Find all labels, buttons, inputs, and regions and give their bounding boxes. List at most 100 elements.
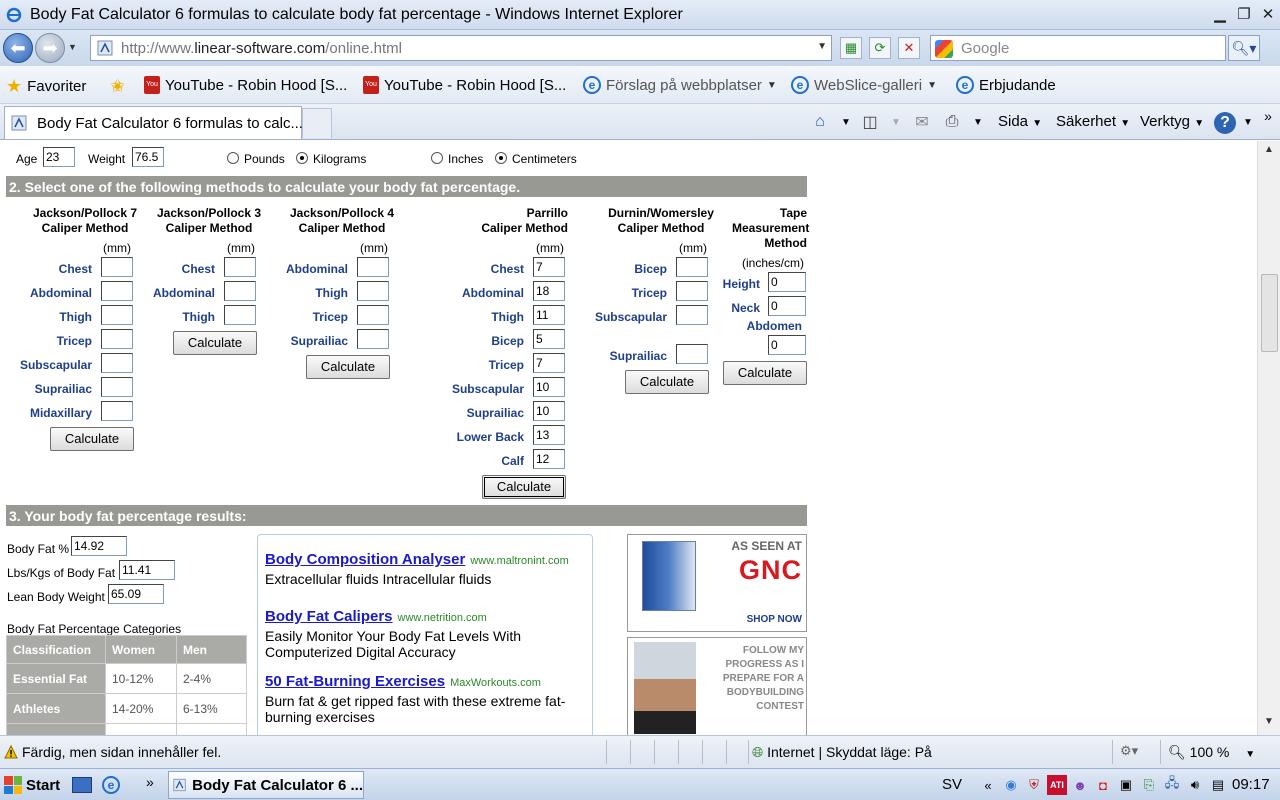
forward-button[interactable]: ➡ xyxy=(35,33,65,63)
safely-remove-icon[interactable]: ⎘ xyxy=(1139,775,1159,795)
tray-app-icon[interactable]: ◘ xyxy=(1093,775,1113,795)
tape-neck-input[interactable]: 0 xyxy=(768,296,806,316)
add-favorite-button[interactable]: ✬ xyxy=(110,76,125,97)
mail-icon[interactable]: ✉ xyxy=(912,112,932,132)
jp4-tricep-input[interactable] xyxy=(357,305,389,325)
scroll-thumb[interactable] xyxy=(1261,274,1278,352)
compatibility-icon[interactable]: ▦ xyxy=(840,37,862,59)
stop-icon[interactable]: ✕ xyxy=(898,37,920,59)
fav-suggested-sites[interactable]: e Förslag på webbplatser ▼ xyxy=(583,76,777,94)
clock[interactable]: 09:17 xyxy=(1232,776,1270,793)
ati-icon[interactable]: ATI xyxy=(1047,775,1067,795)
zoom-control[interactable]: 🔍︎ 100 % ▼ xyxy=(1168,744,1255,761)
jp4-suprailiac-input[interactable] xyxy=(357,329,389,349)
url-field[interactable]: http://www.linear-software.com/online.ht… xyxy=(90,35,832,61)
bodybuilding-banner[interactable]: FOLLOW MY PROGRESS AS I PREPARE FOR A BO… xyxy=(627,637,807,735)
taskbar-ie-window[interactable]: Body Fat Calculator 6 ... xyxy=(168,771,364,799)
tape-height-input[interactable]: 0 xyxy=(768,272,806,292)
ad-source[interactable]: MaxWorkouts.com xyxy=(450,677,541,689)
tray-app-icon[interactable]: ◉ xyxy=(1001,775,1021,795)
lbs-bodyfat-output[interactable]: 11.41 xyxy=(119,560,175,580)
shop-now-link[interactable]: SHOP NOW xyxy=(747,614,802,625)
favorites-button[interactable]: ★ Favoriter xyxy=(6,76,86,97)
ad-title-link[interactable]: Body Fat Calipers xyxy=(265,608,393,625)
history-dropdown-icon[interactable]: ▼ xyxy=(68,42,77,52)
age-input[interactable]: 23 xyxy=(43,147,75,167)
parrillo-suprailiac-input[interactable]: 10 xyxy=(533,401,565,421)
volume-icon[interactable]: 🔊︎ xyxy=(1185,775,1205,795)
back-button[interactable]: ⬅ xyxy=(3,33,33,63)
fav-youtube-2[interactable]: You YouTube - Robin Hood [S... xyxy=(363,76,566,94)
fav-webslice-gallery[interactable]: e WebSlice-galleri ▼ xyxy=(791,76,937,94)
scroll-down-icon[interactable]: ▼ xyxy=(1261,716,1277,732)
url-dropdown-icon[interactable]: ▼ xyxy=(817,41,827,52)
kilograms-radio[interactable] xyxy=(296,152,308,164)
ad-title-link[interactable]: Body Composition Analyser xyxy=(265,551,465,568)
fav-offers[interactable]: e Erbjudande xyxy=(956,76,1056,94)
antivirus-icon[interactable]: ⛨ xyxy=(1024,775,1044,795)
chevron-more-icon[interactable]: » xyxy=(1258,106,1278,126)
ad-title-link[interactable]: 50 Fat-Burning Exercises xyxy=(265,673,445,690)
jp3-abdominal-input[interactable] xyxy=(224,281,256,301)
jp4-thigh-input[interactable] xyxy=(357,281,389,301)
print-icon[interactable]: ⎙ xyxy=(942,112,962,132)
restore-button[interactable]: ❐ xyxy=(1232,2,1256,26)
show-desktop-icon[interactable] xyxy=(72,777,92,793)
ad-source[interactable]: www.maltronint.com xyxy=(470,555,568,567)
close-button[interactable]: ✕ xyxy=(1256,2,1280,26)
popup-blocker-icon[interactable]: ⚙︎▾ xyxy=(1120,743,1138,759)
jp7-thigh-input[interactable] xyxy=(101,305,133,325)
parrillo-lowerback-input[interactable]: 13 xyxy=(533,425,565,445)
feeds-icon[interactable]: ◫ xyxy=(860,112,880,132)
jp7-chest-input[interactable] xyxy=(101,257,133,277)
tape-calculate-button[interactable]: Calculate xyxy=(723,361,807,385)
start-button[interactable]: Start xyxy=(0,771,62,799)
durnin-calculate-button[interactable]: Calculate xyxy=(625,370,709,394)
minimize-button[interactable]: ▁ xyxy=(1208,2,1232,26)
jp3-thigh-input[interactable] xyxy=(224,305,256,325)
scroll-up-icon[interactable]: ▲ xyxy=(1261,144,1277,160)
jp4-abdominal-input[interactable] xyxy=(357,257,389,277)
vertical-scrollbar[interactable]: ▲ ▼ xyxy=(1257,141,1280,735)
tray-app-icon[interactable]: ▣ xyxy=(1116,775,1136,795)
jp7-midaxillary-input[interactable] xyxy=(101,401,133,421)
jp7-abdominal-input[interactable] xyxy=(101,281,133,301)
durnin-suprailiac-input[interactable] xyxy=(676,344,708,364)
parrillo-chest-input[interactable]: 7 xyxy=(533,257,565,277)
tray-expand-icon[interactable]: « xyxy=(978,775,998,795)
parrillo-bicep-input[interactable]: 5 xyxy=(533,329,565,349)
refresh-icon[interactable]: ⟳ xyxy=(869,37,891,59)
warning-icon[interactable] xyxy=(4,745,18,759)
tape-abdomen-input[interactable]: 0 xyxy=(768,335,806,355)
parrillo-calculate-button[interactable]: Calculate xyxy=(482,475,566,499)
jp7-calculate-button[interactable]: Calculate xyxy=(50,427,134,451)
network-icon[interactable]: 🖧︎ xyxy=(1162,775,1182,795)
jp3-chest-input[interactable] xyxy=(224,257,256,277)
parrillo-calf-input[interactable]: 12 xyxy=(533,449,565,469)
security-zone[interactable]: 🌐︎ Internet | Skyddat läge: På xyxy=(752,744,932,761)
ad-source[interactable]: www.netrition.com xyxy=(398,612,487,624)
home-dropdown-icon[interactable]: ▼ xyxy=(836,112,856,132)
safety-menu[interactable]: Säkerhet ▼ xyxy=(1056,113,1130,130)
parrillo-abdominal-input[interactable]: 18 xyxy=(533,281,565,301)
print-dropdown-icon[interactable]: ▼ xyxy=(968,112,988,132)
tray-app-icon[interactable]: ▤ xyxy=(1208,775,1228,795)
jp7-subscapular-input[interactable] xyxy=(101,353,133,373)
new-tab-button[interactable] xyxy=(302,108,332,138)
parrillo-tricep-input[interactable]: 7 xyxy=(533,353,565,373)
fav-youtube-1[interactable]: You YouTube - Robin Hood [S... xyxy=(144,76,347,94)
durnin-tricep-input[interactable] xyxy=(676,281,708,301)
jp7-tricep-input[interactable] xyxy=(101,329,133,349)
page-menu[interactable]: Sida ▼ xyxy=(998,113,1042,130)
quicklaunch-more-icon[interactable]: » xyxy=(146,774,154,790)
language-indicator[interactable]: SV xyxy=(942,776,962,793)
tab-active[interactable]: Body Fat Calculator 6 formulas to calc..… xyxy=(4,106,303,139)
feeds-dropdown-icon[interactable]: ▼ xyxy=(886,112,906,132)
help-dropdown-icon[interactable]: ▼ xyxy=(1238,112,1258,132)
home-icon[interactable]: ⌂ xyxy=(810,112,830,132)
parrillo-subscapular-input[interactable]: 10 xyxy=(533,377,565,397)
messenger-icon[interactable]: ☻ xyxy=(1070,775,1090,795)
search-button[interactable]: 🔍︎▾ xyxy=(1228,35,1260,61)
ie-quicklaunch-icon[interactable]: e xyxy=(102,776,120,794)
inches-radio[interactable] xyxy=(431,152,443,164)
